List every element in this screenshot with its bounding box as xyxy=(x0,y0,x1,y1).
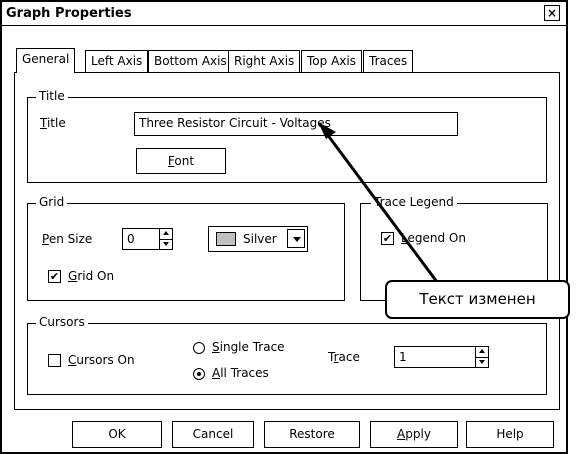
close-button[interactable]: × xyxy=(544,5,560,21)
spin-up-icon xyxy=(163,231,169,235)
graph-properties-dialog: Graph Properties × General Left Axis Bot… xyxy=(0,0,568,454)
legend-on-label: Legend On xyxy=(401,231,466,245)
font-button[interactable]: Font xyxy=(136,148,226,174)
grid-color-value: Silver xyxy=(243,232,277,246)
ok-button[interactable]: OK xyxy=(72,421,162,448)
help-button[interactable]: Help xyxy=(466,421,554,448)
pen-size-label: Pen Size xyxy=(42,232,93,246)
tab-traces[interactable]: Traces xyxy=(363,50,414,72)
spin-down-icon xyxy=(479,360,485,364)
all-traces-radio[interactable] xyxy=(193,368,205,380)
trace-stepper[interactable] xyxy=(475,346,489,368)
single-trace-label: Single Trace xyxy=(212,340,285,354)
all-traces-label: All Traces xyxy=(212,366,269,380)
trace-input[interactable]: 1 xyxy=(394,346,476,368)
grid-on-label: Grid On xyxy=(68,269,115,283)
title-input[interactable]: Three Resistor Circuit - Voltages xyxy=(134,112,458,136)
pen-size-down[interactable] xyxy=(160,239,172,249)
title-label: Title xyxy=(40,116,66,130)
cursors-on-checkbox[interactable] xyxy=(48,354,61,367)
annotation-callout: Текст изменен xyxy=(385,280,570,319)
grid-on-checkbox[interactable]: ✔ xyxy=(48,270,61,283)
cursors-on-label: Cursors On xyxy=(68,353,135,367)
title-bar: Graph Properties × xyxy=(2,2,566,26)
cursors-group: Cursors Cursors On Single Trace All Trac… xyxy=(27,315,547,395)
title-group-legend: Title xyxy=(36,89,68,103)
spin-up-icon xyxy=(479,349,485,353)
cursors-group-legend: Cursors xyxy=(36,315,88,329)
grid-group-legend: Grid xyxy=(36,195,68,209)
tab-top-axis[interactable]: Top Axis xyxy=(301,50,362,72)
trace-label: Trace xyxy=(328,350,360,364)
radio-selected-dot xyxy=(197,372,201,376)
restore-button[interactable]: Restore xyxy=(264,421,360,448)
apply-button[interactable]: Apply xyxy=(370,421,458,448)
pen-size-input[interactable]: 0 xyxy=(122,228,160,250)
grid-color-dropdown-button[interactable] xyxy=(287,229,305,248)
chevron-down-icon xyxy=(293,237,301,242)
color-swatch xyxy=(216,232,236,246)
title-group: Title Title Three Resistor Circuit - Vol… xyxy=(27,89,547,183)
tab-bottom-axis[interactable]: Bottom Axis xyxy=(148,50,233,72)
tab-general[interactable]: General xyxy=(16,48,76,73)
trace-up[interactable] xyxy=(476,347,488,357)
pen-size-up[interactable] xyxy=(160,229,172,239)
spin-down-icon xyxy=(163,242,169,246)
dialog-title: Graph Properties xyxy=(6,6,132,21)
grid-group: Grid Pen Size 0 Silver ✔ Grid On xyxy=(27,195,345,301)
tab-left-axis[interactable]: Left Axis xyxy=(85,50,149,72)
trace-legend-group-legend: Trace Legend xyxy=(371,195,457,209)
pen-size-stepper[interactable] xyxy=(159,228,173,250)
cancel-button[interactable]: Cancel xyxy=(172,421,254,448)
general-tab-panel: Title Title Three Resistor Circuit - Vol… xyxy=(14,72,560,410)
tab-right-axis[interactable]: Right Axis xyxy=(228,50,301,72)
single-trace-radio[interactable] xyxy=(193,342,205,354)
trace-down[interactable] xyxy=(476,357,488,367)
grid-color-select[interactable]: Silver xyxy=(208,226,308,252)
legend-on-checkbox[interactable]: ✔ xyxy=(381,232,394,245)
